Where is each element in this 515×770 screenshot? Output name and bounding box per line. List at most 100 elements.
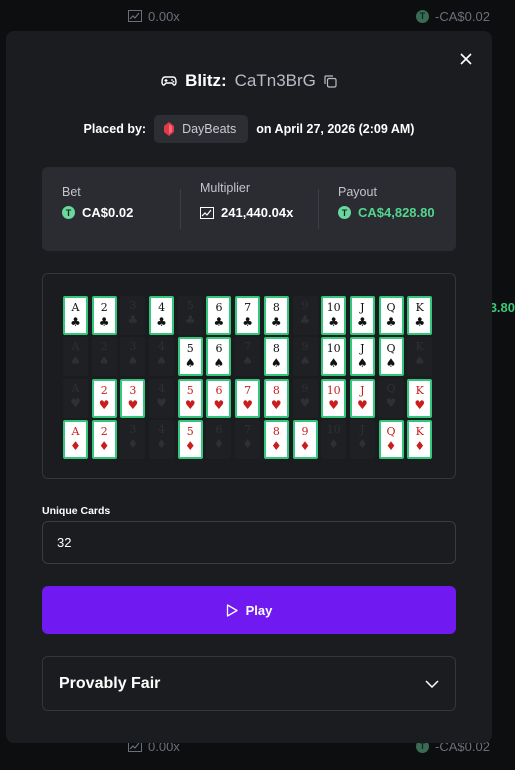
card-3-clubs[interactable]: 3 ♣ [120,296,146,335]
card-k-clubs[interactable]: K ♣ [407,296,433,335]
card-rank: 10 [326,383,341,397]
diamonds-icon: ♦ [270,439,282,454]
provably-fair-toggle[interactable]: Provably Fair [42,656,456,711]
card-10-hearts[interactable]: 10 ♥ [321,378,347,418]
card-rank: 2 [100,301,108,314]
card-10-diamonds[interactable]: 10 ♦ [321,420,347,460]
clubs-icon: ♣ [270,315,282,329]
user-chip[interactable]: DayBeats [154,115,249,143]
hearts-icon: ♥ [184,397,196,412]
card-2-spades[interactable]: 2 ♠ [91,337,117,377]
card-j-diamonds[interactable]: J ♦ [349,420,375,460]
card-5-hearts[interactable]: 5 ♥ [177,378,203,418]
card-3-diamonds[interactable]: 3 ♦ [120,420,146,460]
card-rank: Q [386,381,396,395]
card-4-hearts[interactable]: 4 ♥ [149,378,175,418]
card-7-hearts[interactable]: 7 ♥ [235,378,261,418]
card-4-spades[interactable]: 4 ♠ [149,337,175,377]
card-8-diamonds[interactable]: 8 ♦ [263,420,289,460]
diamonds-icon: ♦ [70,439,81,454]
card-2-clubs[interactable]: 2 ♣ [91,296,117,335]
clubs-icon: ♣ [213,315,225,329]
card-rank: 2 [100,425,108,439]
card-3-spades[interactable]: 3 ♠ [120,337,146,377]
card-10-clubs[interactable]: 10 ♣ [321,296,347,335]
card-q-hearts[interactable]: Q ♥ [378,378,404,418]
card-6-diamonds[interactable]: 6 ♦ [206,420,232,460]
card-k-hearts[interactable]: K ♥ [407,378,433,418]
card-j-spades[interactable]: J ♠ [349,337,375,377]
card-rank: 2 [100,340,108,354]
clubs-icon: ♣ [328,315,340,329]
hearts-icon: ♥ [299,395,311,410]
card-7-spades[interactable]: 7 ♠ [235,337,261,377]
card-9-diamonds[interactable]: 9 ♦ [292,420,318,460]
card-rank: 9 [301,340,309,354]
card-rank: K [415,425,424,439]
bet-stats-panel: Bet T CA$0.02 Multiplier 241,440.04x Pay… [42,167,456,251]
card-6-spades[interactable]: 6 ♠ [206,337,232,377]
card-rank: 6 [215,383,223,397]
card-7-diamonds[interactable]: 7 ♦ [235,420,261,460]
hearts-icon: ♥ [414,397,426,412]
card-a-diamonds[interactable]: A ♦ [63,420,88,460]
card-2-hearts[interactable]: 2 ♥ [91,378,117,418]
card-4-clubs[interactable]: 4 ♣ [149,296,175,335]
card-8-hearts[interactable]: 8 ♥ [263,378,289,418]
tether-icon: T [416,9,429,23]
card-q-spades[interactable]: Q ♠ [378,337,404,377]
card-a-spades[interactable]: A ♠ [63,337,88,377]
payout-label: Payout [338,185,377,199]
card-2-diamonds[interactable]: 2 ♦ [91,420,117,460]
card-a-clubs[interactable]: A ♣ [63,296,88,335]
card-k-spades[interactable]: K ♠ [407,337,433,377]
card-5-diamonds[interactable]: 5 ♦ [177,420,203,460]
card-5-spades[interactable]: 5 ♠ [177,337,203,377]
card-rank: J [360,423,365,437]
card-j-hearts[interactable]: J ♥ [349,378,375,418]
ruby-rank-icon [164,122,175,136]
bet-code: CaTn3BrG [234,71,316,90]
modal-title: Blitz: CaTn3BrG [6,71,492,91]
spades-icon: ♠ [242,354,253,369]
card-j-clubs[interactable]: J ♣ [349,296,375,335]
close-button[interactable] [456,49,476,69]
card-rank: 3 [129,340,137,354]
hearts-icon: ♥ [270,397,282,412]
tether-icon: T [62,206,75,219]
multiplier-stat: Multiplier 241,440.04x [180,167,318,251]
unique-cards-label: Unique Cards [42,505,111,517]
play-button[interactable]: Play [42,586,456,634]
card-8-spades[interactable]: 8 ♠ [263,337,289,377]
card-6-clubs[interactable]: 6 ♣ [206,296,232,335]
diamonds-icon: ♦ [385,439,397,454]
card-7-clubs[interactable]: 7 ♣ [235,296,261,335]
card-8-clubs[interactable]: 8 ♣ [263,296,289,335]
card-9-hearts[interactable]: 9 ♥ [292,378,318,418]
payout-value: T CA$4,828.80 [338,205,456,220]
card-4-diamonds[interactable]: 4 ♦ [149,420,175,460]
card-9-clubs[interactable]: 9 ♣ [292,296,318,335]
card-9-spades[interactable]: 9 ♠ [292,337,318,377]
chart-icon [128,10,142,22]
card-q-clubs[interactable]: Q ♣ [378,296,404,335]
card-rank: 4 [158,340,166,354]
spades-icon: ♠ [213,356,225,371]
spades-icon: ♠ [98,354,110,369]
copy-icon[interactable] [324,74,337,88]
card-a-hearts[interactable]: A ♥ [63,378,88,418]
spades-icon: ♠ [385,356,397,371]
clubs-icon: ♣ [299,313,311,327]
spades-icon: ♠ [299,354,311,369]
card-6-hearts[interactable]: 6 ♥ [206,378,232,418]
card-rank: 3 [129,299,137,312]
card-q-diamonds[interactable]: Q ♦ [378,420,404,460]
card-rank: 10 [326,423,341,437]
card-10-spades[interactable]: 10 ♠ [321,337,347,377]
card-rank: Q [386,425,396,439]
card-k-diamonds[interactable]: K ♦ [407,420,433,460]
card-rank: 9 [301,299,309,312]
card-5-clubs[interactable]: 5 ♣ [177,296,203,335]
card-3-hearts[interactable]: 3 ♥ [120,378,146,418]
unique-cards-input[interactable] [42,521,456,564]
